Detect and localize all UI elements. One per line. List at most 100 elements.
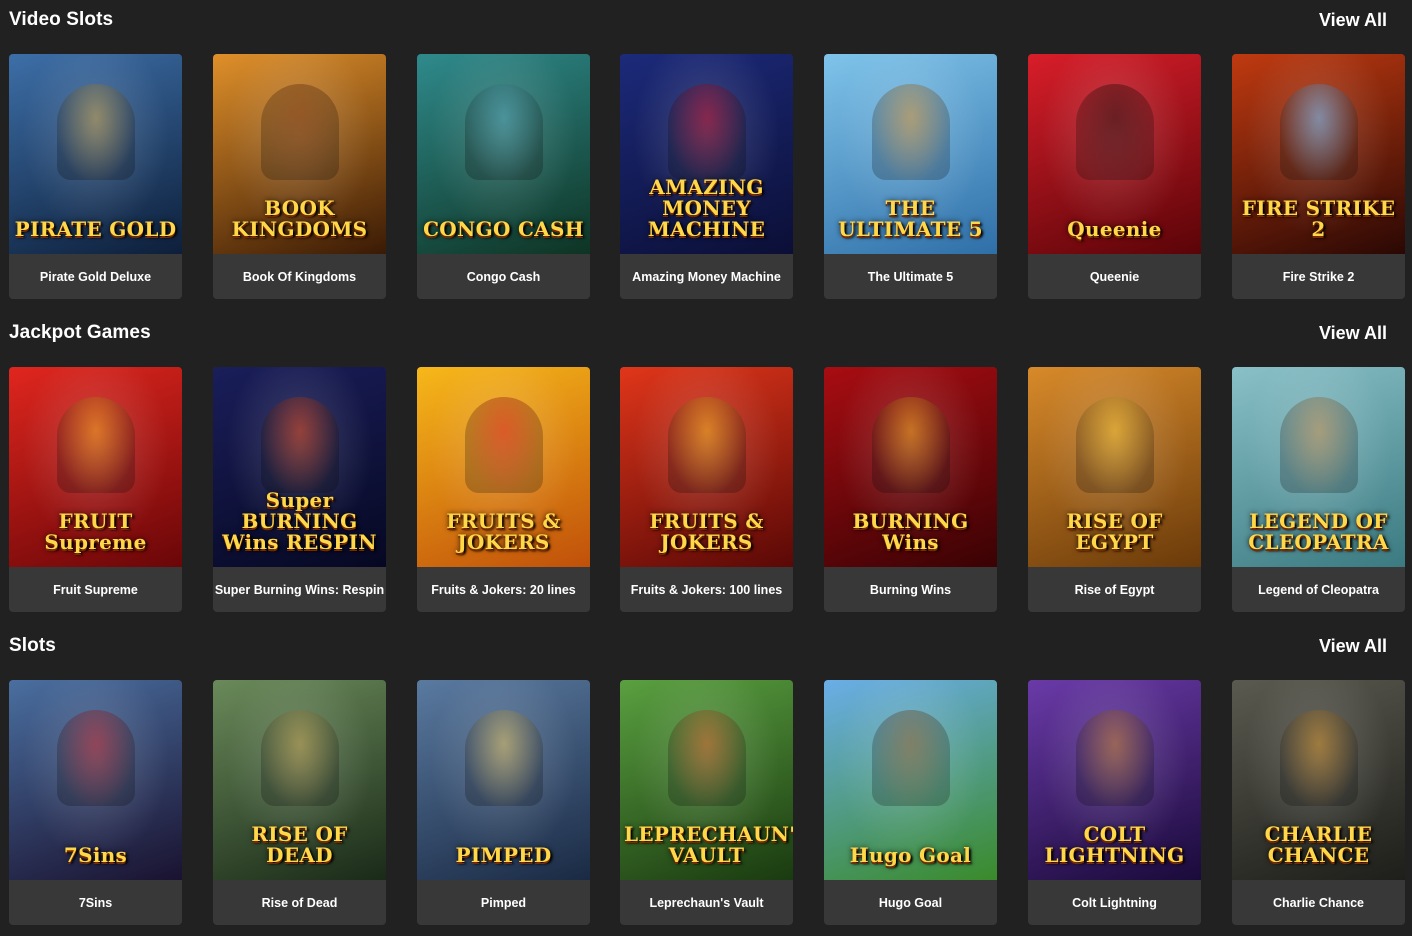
game-logo-text: PIRATE GOLD [14, 217, 177, 241]
game-title[interactable]: Leprechaun's Vault [620, 880, 793, 925]
game-logo-text: LEGEND OF CLEOPATRA [1248, 509, 1389, 554]
game-card[interactable]: RISE OF DEAD Rise of Dead [213, 680, 386, 925]
game-card[interactable]: Hugo Goal Hugo Goal [824, 680, 997, 925]
game-thumbnail[interactable]: BOOK KINGDOMS [213, 54, 386, 254]
game-thumbnail[interactable]: PIMPED [417, 680, 590, 880]
game-character-art [260, 397, 339, 493]
game-thumbnail[interactable]: Queenie [1028, 54, 1201, 254]
game-character-art [871, 84, 950, 180]
game-title[interactable]: 7Sins [9, 880, 182, 925]
section-title: Slots [9, 635, 56, 656]
view-all-link[interactable]: View All [1319, 636, 1387, 657]
game-thumbnail[interactable]: FRUITS & JOKERS [417, 367, 590, 567]
game-title[interactable]: Legend of Cleopatra [1232, 567, 1405, 612]
game-title[interactable]: Super Burning Wins: Respin [213, 567, 386, 612]
game-title[interactable]: Rise of Egypt [1028, 567, 1201, 612]
game-title[interactable]: Fruits & Jokers: 100 lines [620, 567, 793, 612]
game-thumbnail[interactable]: FIRE STRIKE 2 [1232, 54, 1405, 254]
game-card[interactable]: 7Sins 7Sins [9, 680, 182, 925]
game-card[interactable]: Super BURNING Wins RESPIN Super Burning W… [213, 367, 386, 612]
game-card[interactable]: FRUITS & JOKERS Fruits & Jokers: 100 line… [620, 367, 793, 612]
game-logo-text: CONGO CASH [423, 217, 584, 241]
game-title[interactable]: Pirate Gold Deluxe [9, 254, 182, 299]
game-character-art [1075, 397, 1154, 493]
game-thumbnail[interactable]: Super BURNING Wins RESPIN [213, 367, 386, 567]
game-thumbnail[interactable]: COLT LIGHTNING [1028, 680, 1201, 880]
game-logo-text: FRUIT Supreme [44, 509, 147, 554]
game-title[interactable]: Charlie Chance [1232, 880, 1405, 925]
game-character-art [667, 710, 746, 806]
game-card[interactable]: FIRE STRIKE 2 Fire Strike 2 [1232, 54, 1405, 299]
view-all-link[interactable]: View All [1319, 10, 1387, 31]
game-title[interactable]: The Ultimate 5 [824, 254, 997, 299]
game-logo-text: AMAZING MONEY MACHINE [647, 175, 766, 241]
game-thumbnail[interactable]: Hugo Goal [824, 680, 997, 880]
game-title[interactable]: Book Of Kingdoms [213, 254, 386, 299]
game-thumbnail[interactable]: BURNING Wins [824, 367, 997, 567]
game-thumbnail[interactable]: FRUIT Supreme [9, 367, 182, 567]
game-logo-text: FRUITS & JOKERS [649, 509, 764, 554]
game-character-art [1279, 84, 1358, 180]
game-card[interactable]: THE ULTIMATE 5 The Ultimate 5 [824, 54, 997, 299]
game-thumbnail[interactable]: RISE OF DEAD [213, 680, 386, 880]
game-thumbnail[interactable]: LEPRECHAUN'S VAULT [620, 680, 793, 880]
game-logo-text: FRUITS & JOKERS [446, 509, 561, 554]
game-thumbnail[interactable]: CONGO CASH [417, 54, 590, 254]
game-logo-text: THE ULTIMATE 5 [838, 196, 983, 241]
game-card[interactable]: LEGEND OF CLEOPATRA Legend of Cleopatra [1232, 367, 1405, 612]
game-character-art [464, 397, 543, 493]
game-logo-text: FIRE STRIKE 2 [1241, 196, 1396, 241]
game-card[interactable]: FRUITS & JOKERS Fruits & Jokers: 20 lines [417, 367, 590, 612]
view-all-link[interactable]: View All [1319, 323, 1387, 344]
game-thumbnail[interactable]: RISE OF EGYPT [1028, 367, 1201, 567]
game-logo-text: 7Sins [63, 843, 128, 867]
game-logo-text: Queenie [1067, 217, 1162, 241]
game-card[interactable]: PIRATE GOLD Pirate Gold Deluxe [9, 54, 182, 299]
game-character-art [56, 710, 135, 806]
game-character-art [667, 84, 746, 180]
game-card[interactable]: Queenie Queenie [1028, 54, 1201, 299]
game-thumbnail[interactable]: 7Sins [9, 680, 182, 880]
game-logo-text: RISE OF EGYPT [1066, 509, 1163, 554]
game-title[interactable]: Colt Lightning [1028, 880, 1201, 925]
game-character-art [260, 84, 339, 180]
game-title[interactable]: Rise of Dead [213, 880, 386, 925]
game-thumbnail[interactable]: FRUITS & JOKERS [620, 367, 793, 567]
game-character-art [1279, 397, 1358, 493]
game-card[interactable]: LEPRECHAUN'S VAULT Leprechaun's Vault [620, 680, 793, 925]
game-card[interactable]: CONGO CASH Congo Cash [417, 54, 590, 299]
game-card[interactable]: BURNING Wins Burning Wins [824, 367, 997, 612]
game-title[interactable]: Amazing Money Machine [620, 254, 793, 299]
game-thumbnail[interactable]: THE ULTIMATE 5 [824, 54, 997, 254]
game-logo-text: COLT LIGHTNING [1044, 822, 1185, 867]
game-logo-text: RISE OF DEAD [251, 822, 348, 867]
game-title[interactable]: Queenie [1028, 254, 1201, 299]
game-title[interactable]: Fire Strike 2 [1232, 254, 1405, 299]
game-thumbnail[interactable]: CHARLIE CHANCE [1232, 680, 1405, 880]
game-thumbnail[interactable]: LEGEND OF CLEOPATRA [1232, 367, 1405, 567]
game-logo-text: BOOK KINGDOMS [231, 196, 368, 241]
game-card[interactable]: FRUIT Supreme Fruit Supreme [9, 367, 182, 612]
game-character-art [1279, 710, 1358, 806]
game-card[interactable]: AMAZING MONEY MACHINE Amazing Money Machi… [620, 54, 793, 299]
game-title[interactable]: Congo Cash [417, 254, 590, 299]
game-card[interactable]: PIMPED Pimped [417, 680, 590, 925]
game-card[interactable]: BOOK KINGDOMS Book Of Kingdoms [213, 54, 386, 299]
section-header: Slots View All [9, 630, 1387, 662]
game-title[interactable]: Fruits & Jokers: 20 lines [417, 567, 590, 612]
game-logo-text: LEPRECHAUN'S VAULT [624, 822, 793, 867]
game-title[interactable]: Burning Wins [824, 567, 997, 612]
section-title: Video Slots [9, 9, 114, 30]
game-thumbnail[interactable]: AMAZING MONEY MACHINE [620, 54, 793, 254]
game-character-art [871, 397, 950, 493]
game-character-art [464, 84, 543, 180]
game-thumbnail[interactable]: PIRATE GOLD [9, 54, 182, 254]
game-title[interactable]: Fruit Supreme [9, 567, 182, 612]
game-title[interactable]: Pimped [417, 880, 590, 925]
game-character-art [1075, 84, 1154, 180]
game-card[interactable]: COLT LIGHTNING Colt Lightning [1028, 680, 1201, 925]
game-title[interactable]: Hugo Goal [824, 880, 997, 925]
game-card[interactable]: CHARLIE CHANCE Charlie Chance [1232, 680, 1405, 925]
game-logo-text: Super BURNING Wins RESPIN [222, 488, 377, 554]
game-card[interactable]: RISE OF EGYPT Rise of Egypt [1028, 367, 1201, 612]
